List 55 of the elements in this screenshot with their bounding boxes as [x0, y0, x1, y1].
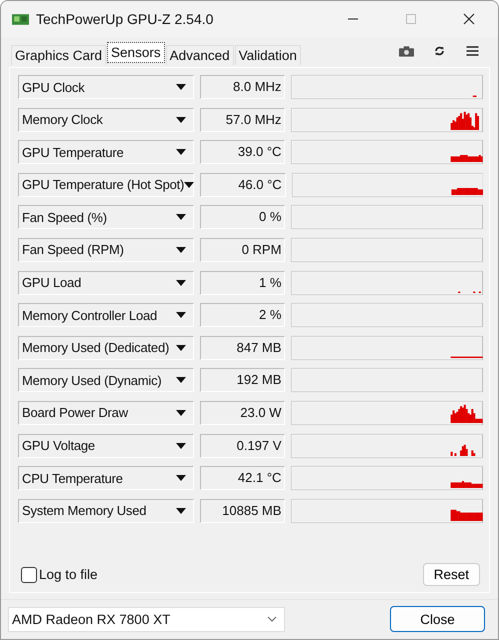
tab[interactable]: Sensors [107, 42, 165, 63]
sensor-dropdown[interactable]: Fan Speed (RPM) [18, 238, 194, 262]
sensor-reading: 2 % [200, 303, 286, 328]
sensor-dropdown[interactable]: Memory Used (Dedicated) [18, 336, 194, 360]
sensor-dropdown[interactable]: Memory Used (Dynamic) [18, 368, 194, 392]
app-icon [12, 12, 29, 26]
sensor-reading: 46.0 °C [200, 172, 286, 197]
sensor-reading: 0.197 V [200, 434, 286, 458]
dropdown-arrow-icon [176, 508, 186, 514]
dropdown-arrow-icon [176, 214, 186, 220]
tab[interactable]: Graphics Card [11, 45, 106, 65]
dropdown-arrow-icon [176, 149, 186, 156]
menu-icon[interactable] [465, 45, 480, 57]
sensor-dropdown[interactable]: GPU Load [18, 270, 194, 295]
dropdown-arrow-icon [176, 410, 186, 416]
tab[interactable]: Advanced [166, 45, 234, 65]
dropdown-arrow-icon [176, 116, 186, 123]
sensor-dropdown[interactable]: System Memory Used [18, 498, 194, 523]
sensor-dropdown[interactable]: GPU Temperature (Hot Spot) [18, 172, 194, 197]
dropdown-arrow-icon [184, 182, 194, 188]
dropdown-arrow-icon [176, 377, 186, 384]
sensor-reading: 23.0 W [200, 400, 286, 425]
sensor-dropdown[interactable]: Memory Clock [18, 108, 194, 132]
sensor-reading: 0 RPM [200, 238, 286, 262]
sensor-reading: 39.0 °C [200, 140, 286, 164]
dropdown-arrow-icon [176, 84, 186, 90]
sensor-dropdown[interactable]: Fan Speed (%) [18, 205, 194, 230]
sensor-reading: 192 MB [200, 368, 286, 392]
dropdown-arrow-icon [176, 475, 186, 482]
sensor-reading: 8.0 MHz [200, 75, 286, 99]
sensor-reading: 847 MB [200, 336, 286, 360]
sensor-dropdown[interactable]: GPU Voltage [18, 434, 194, 458]
sensor-reading: 0 % [200, 205, 286, 230]
sensor-dropdown[interactable]: Memory Controller Load [18, 303, 194, 328]
log-to-file-checkbox[interactable]: Log to file [21, 566, 98, 582]
sensor-reading: 57.0 MHz [200, 108, 286, 132]
window-title: TechPowerUp GPU-Z 2.54.0 [36, 11, 214, 27]
dropdown-arrow-icon [176, 442, 186, 449]
sensor-reading: 42.1 °C [200, 466, 286, 490]
sensor-dropdown[interactable]: Board Power Draw [18, 400, 194, 425]
sensor-dropdown[interactable]: GPU Clock [18, 75, 194, 99]
gpu-select[interactable]: AMD Radeon RX 7800 XT [8, 606, 285, 632]
dropdown-arrow-icon [176, 280, 186, 286]
dropdown-arrow-icon [176, 246, 186, 253]
camera-icon[interactable] [399, 45, 414, 57]
close-button[interactable]: Close [390, 606, 485, 632]
dropdown-arrow-icon [176, 312, 186, 318]
sensor-dropdown[interactable]: CPU Temperature [18, 466, 194, 490]
sensor-reading: 10885 MB [200, 498, 286, 523]
sensor-reading: 1 % [200, 270, 286, 295]
tab[interactable]: Validation [234, 45, 301, 65]
chevron-down-icon [267, 616, 277, 622]
sensor-dropdown[interactable]: GPU Temperature [18, 140, 194, 164]
dropdown-arrow-icon [176, 344, 186, 351]
reset-button[interactable]: Reset [422, 563, 480, 586]
